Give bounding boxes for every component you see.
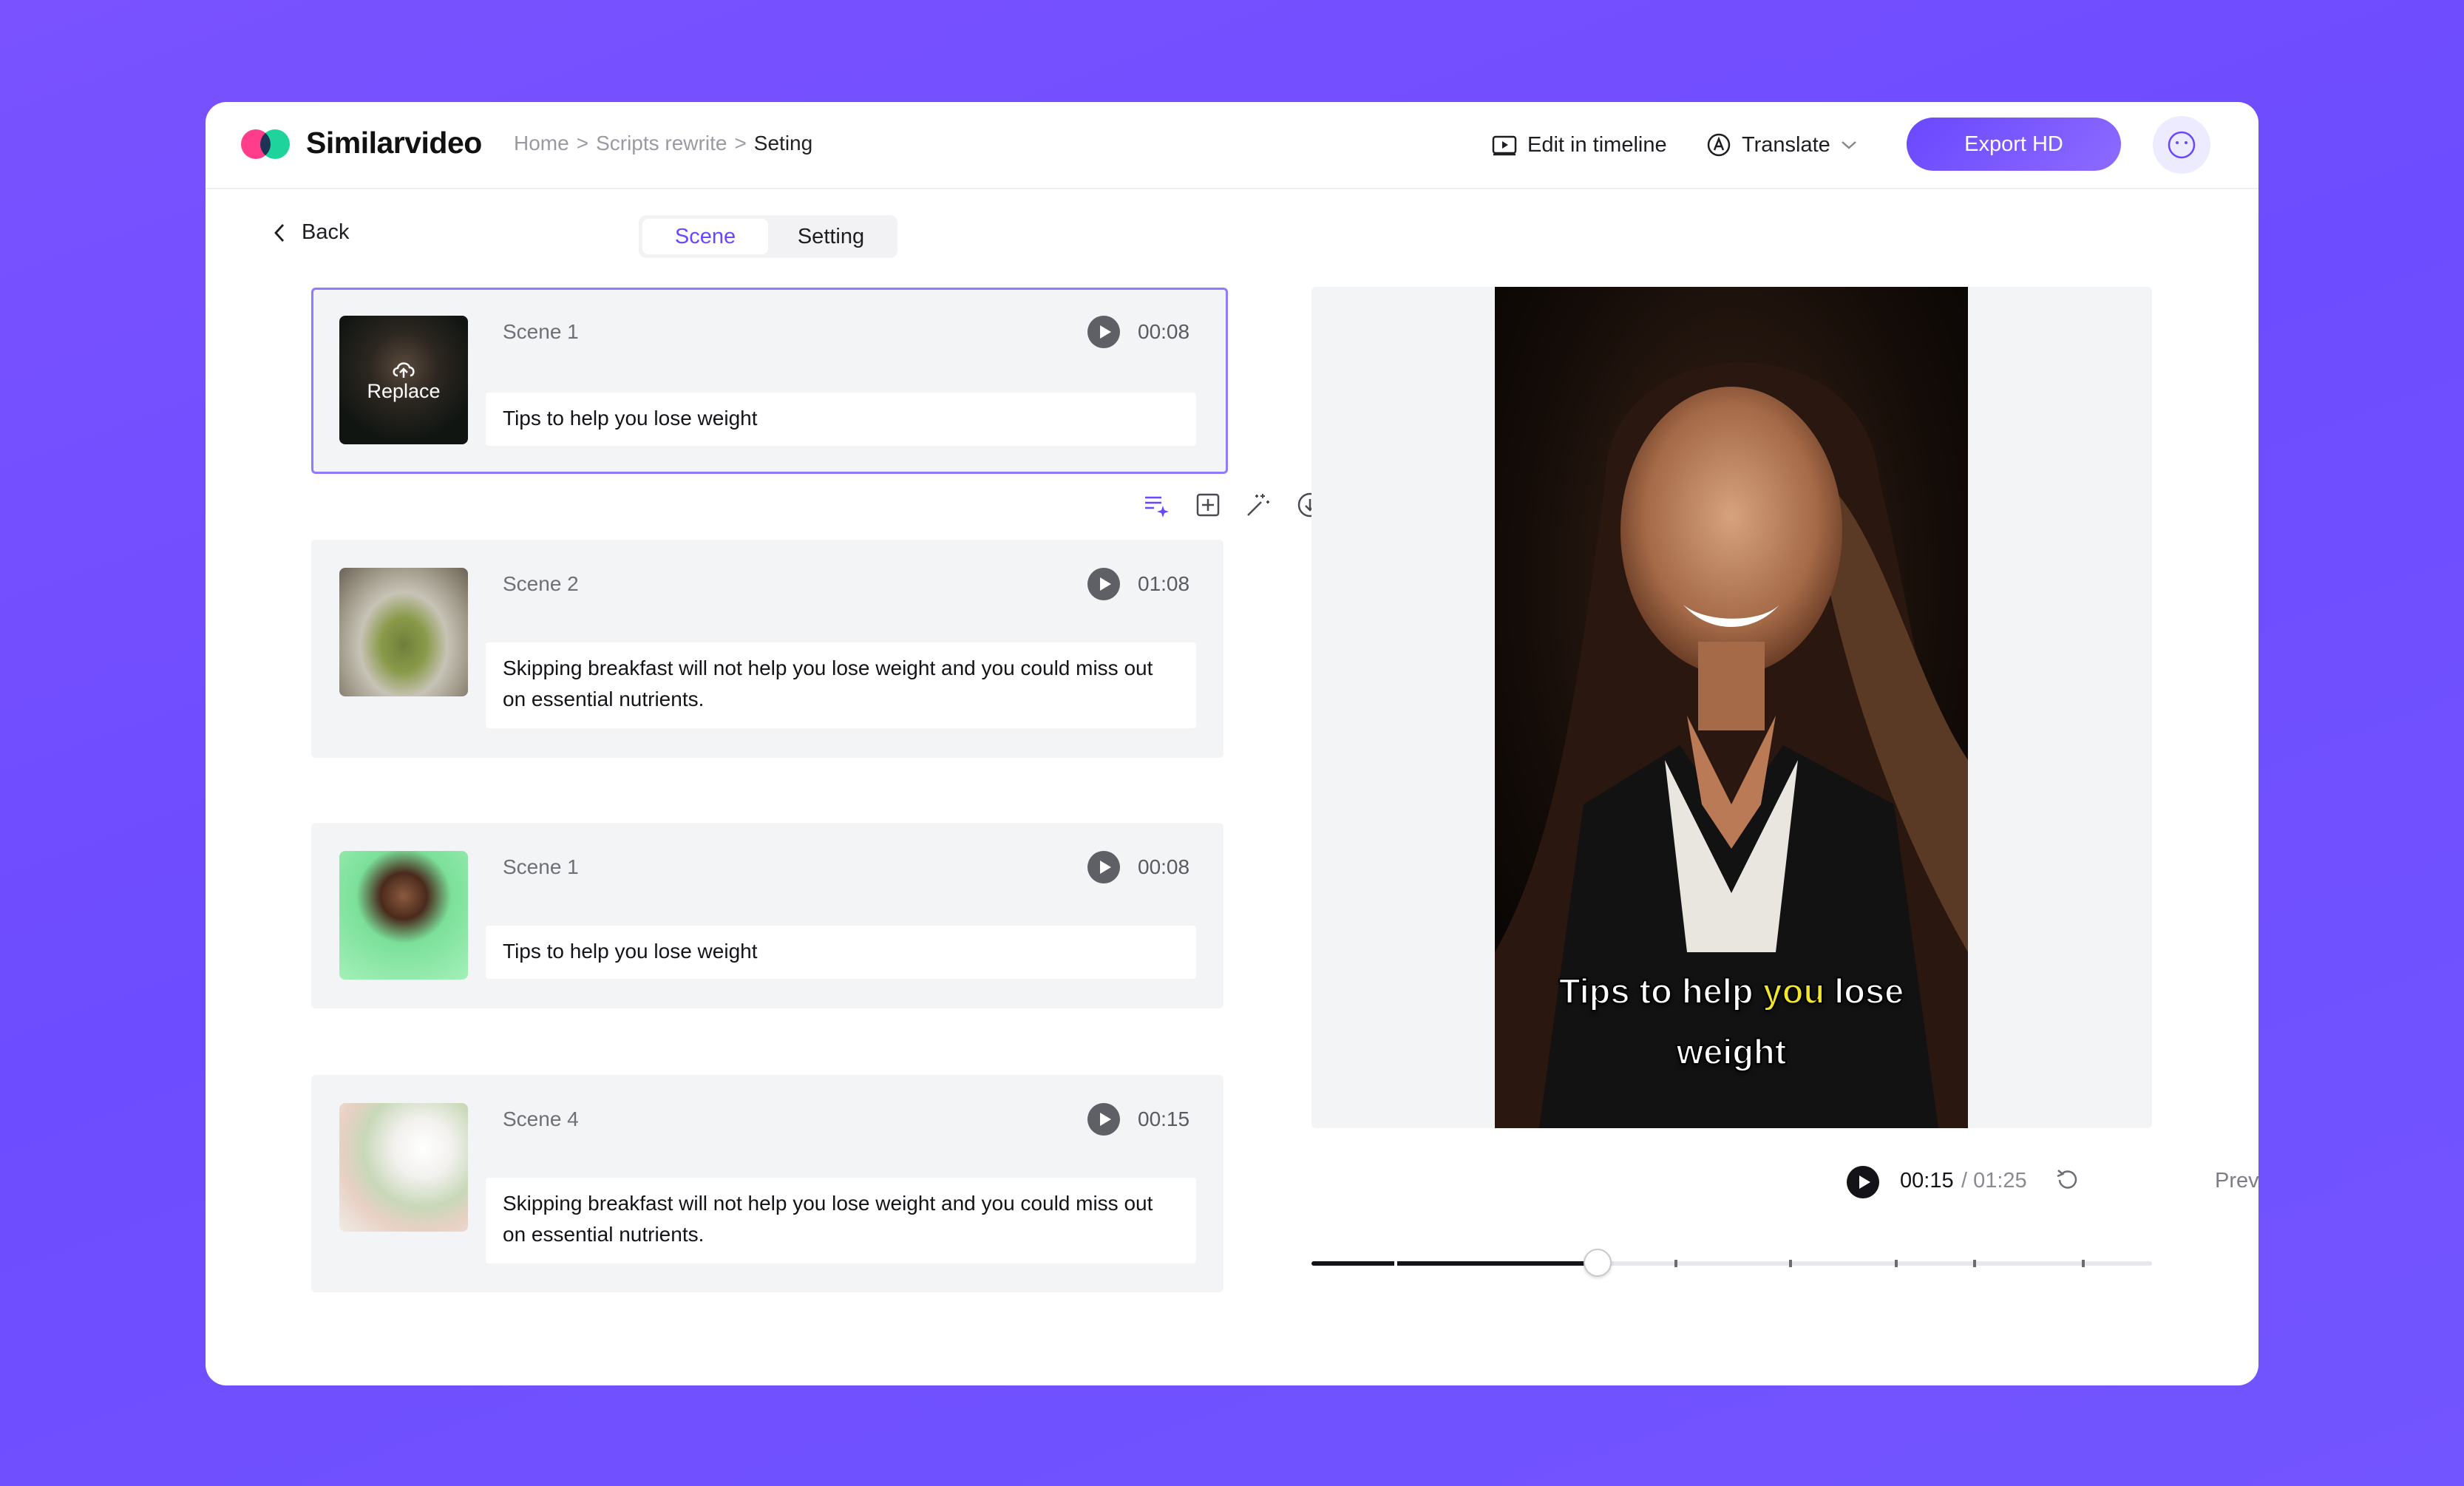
back-button[interactable]: Back xyxy=(274,220,349,245)
scene-title: Scene 1 xyxy=(503,855,579,878)
video-preview[interactable]: Tips to help you lose weight xyxy=(1495,287,1968,1128)
scene-card[interactable]: Replace Scene 1 00:08 Tips to help you l… xyxy=(311,288,1228,474)
scene-title: Scene 4 xyxy=(503,1107,579,1130)
scene-duration: 01:08 xyxy=(1138,572,1190,595)
scrubber-handle[interactable] xyxy=(1583,1249,1612,1277)
scene-play-button[interactable] xyxy=(1087,851,1120,883)
ai-script-icon[interactable] xyxy=(1141,490,1171,520)
replay-icon[interactable] xyxy=(2054,1167,2080,1193)
scene-card[interactable]: Scene 1 00:08 Tips to help you lose weig… xyxy=(311,823,1223,1008)
scene-thumbnail[interactable] xyxy=(339,1103,468,1232)
user-avatar-button[interactable] xyxy=(2153,116,2210,174)
scene-script-input[interactable]: Skipping breakfast will not help you los… xyxy=(486,1178,1196,1263)
breadcrumb: Home > Scripts rewrite > Seting xyxy=(514,132,812,155)
translate-dropdown[interactable]: Translate xyxy=(1706,129,1857,161)
segment-divider xyxy=(1394,1261,1397,1266)
scene-thumbnail[interactable] xyxy=(339,851,468,980)
export-hd-button[interactable]: Export HD xyxy=(1907,118,2121,171)
scene-marker xyxy=(1789,1260,1792,1267)
back-label: Back xyxy=(302,220,350,244)
scene-thumbnail[interactable] xyxy=(339,568,468,696)
scene-card[interactable]: Scene 2 01:08 Skipping breakfast will no… xyxy=(311,540,1223,758)
scene-marker xyxy=(2082,1260,2085,1267)
brand-logo-icon xyxy=(241,129,290,159)
edit-in-timeline-label: Edit in timeline xyxy=(1527,132,1667,157)
caption-text: lose xyxy=(1825,971,1904,1011)
chevron-down-icon xyxy=(1841,141,1856,149)
caption-highlight-word: you xyxy=(1762,971,1826,1011)
video-caption-line-2: weight xyxy=(1676,1031,1788,1072)
upload-cloud-icon xyxy=(393,362,415,378)
current-time: 00:15 xyxy=(1900,1169,1954,1192)
scene-thumbnail[interactable]: Replace xyxy=(339,316,468,444)
breadcrumb-current: Seting xyxy=(753,132,813,155)
scene-play-button[interactable] xyxy=(1087,316,1120,348)
user-face-icon xyxy=(2168,131,2196,159)
tab-scene[interactable]: Scene xyxy=(642,219,768,254)
breadcrumb-home[interactable]: Home xyxy=(514,132,569,155)
caption-text: Tips to help xyxy=(1558,971,1763,1011)
replace-label: Replace xyxy=(367,379,441,402)
scene-title: Scene 1 xyxy=(503,320,579,343)
scene-marker xyxy=(1973,1260,1976,1267)
tab-setting[interactable]: Setting xyxy=(768,219,894,254)
breadcrumb-scripts-rewrite[interactable]: Scripts rewrite xyxy=(596,132,727,155)
preview-quality[interactable]: Preview : 480p xyxy=(2215,1169,2258,1193)
scene-marker xyxy=(1674,1260,1677,1267)
scene-script-input[interactable]: Skipping breakfast will not help you los… xyxy=(486,642,1196,728)
scene-card[interactable]: Scene 4 00:15 Skipping breakfast will no… xyxy=(311,1075,1223,1292)
translate-icon xyxy=(1707,133,1731,157)
scene-duration: 00:15 xyxy=(1138,1107,1190,1130)
preview-play-button[interactable] xyxy=(1847,1166,1879,1198)
breadcrumb-separator: > xyxy=(734,132,747,155)
video-caption-line-1: Tips to help you lose xyxy=(1495,961,1968,1022)
scene-duration: 00:08 xyxy=(1138,855,1190,878)
scene-play-button[interactable] xyxy=(1087,1103,1120,1136)
add-scene-icon[interactable] xyxy=(1193,490,1223,520)
replace-media-button[interactable]: Replace xyxy=(339,316,468,444)
chevron-left-icon xyxy=(274,223,285,242)
breadcrumb-separator: > xyxy=(576,132,589,155)
edit-in-timeline-button[interactable]: Edit in timeline xyxy=(1492,129,1667,161)
scene-script-input[interactable]: Tips to help you lose weight xyxy=(486,926,1196,979)
magic-wand-icon[interactable] xyxy=(1243,490,1273,520)
timeline-icon xyxy=(1492,135,1517,156)
view-tabs: Scene Setting xyxy=(639,215,897,258)
scene-duration: 00:08 xyxy=(1138,320,1190,343)
scene-play-button[interactable] xyxy=(1087,568,1120,600)
app-window: Similarvideo Home > Scripts rewrite > Seting… xyxy=(206,102,2258,1385)
scrubber-progress xyxy=(1311,1261,1598,1266)
total-time: / 01:25 xyxy=(1961,1169,2027,1192)
scene-marker xyxy=(1895,1260,1898,1267)
scene-script-input[interactable]: Tips to help you lose weight xyxy=(486,393,1196,446)
brand-name: Similarvideo xyxy=(306,126,482,160)
timeline-scrubber[interactable] xyxy=(1311,1249,2152,1277)
top-bar: Similarvideo Home > Scripts rewrite > Seting… xyxy=(206,102,2258,189)
translate-label: Translate xyxy=(1742,132,1830,157)
scene-title: Scene 2 xyxy=(503,572,579,595)
